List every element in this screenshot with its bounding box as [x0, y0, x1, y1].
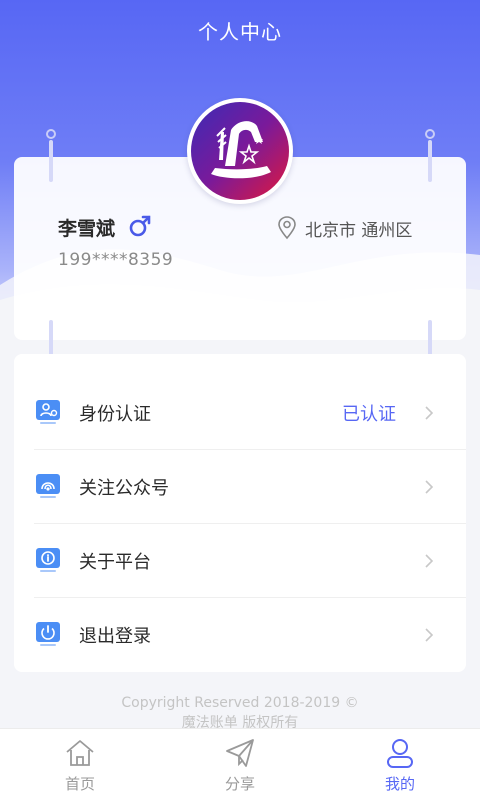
menu-item-logout[interactable]: 退出登录	[14, 598, 466, 672]
tab-label: 我的	[384, 775, 415, 793]
menu-item-label: 退出登录	[79, 626, 151, 647]
menu-item-label: 身份认证	[79, 404, 151, 425]
wechat-follow-icon	[36, 474, 60, 498]
menu-card: 身份认证 已认证 关注公众号 关于平台 退出登录	[14, 354, 466, 672]
location-text: 北京市 通州区	[305, 221, 413, 241]
phone-number: 199****8359	[58, 250, 174, 270]
tab-label: 分享	[224, 775, 255, 793]
tab-bar: 首页 分享 我的	[0, 728, 480, 801]
menu-item-identity[interactable]: 身份认证 已认证	[14, 376, 466, 450]
tab-mine[interactable]: 我的	[320, 729, 480, 801]
chevron-right-icon	[425, 406, 434, 420]
tab-home[interactable]: 首页	[0, 729, 160, 801]
avatar[interactable]	[187, 98, 293, 204]
male-icon	[129, 215, 151, 237]
user-name: 李雪斌	[58, 218, 116, 240]
menu-item-about[interactable]: 关于平台	[14, 524, 466, 598]
avatar-image	[191, 102, 289, 200]
menu-item-follow[interactable]: 关注公众号	[14, 450, 466, 524]
tab-share[interactable]: 分享	[160, 729, 320, 801]
card-hook-icon	[46, 129, 56, 182]
verified-status: 已认证	[342, 404, 396, 425]
location-pin-icon	[278, 216, 296, 240]
menu-item-label: 关注公众号	[79, 478, 169, 499]
power-icon	[36, 622, 60, 646]
card-hook-icon	[425, 129, 435, 182]
wizard-hat-icon	[211, 121, 271, 179]
user-icon	[387, 739, 413, 768]
menu-item-label: 关于平台	[79, 552, 151, 573]
chevron-right-icon	[425, 480, 434, 494]
id-verify-icon	[36, 400, 60, 424]
page-title: 个人中心	[198, 20, 282, 44]
home-icon	[66, 740, 94, 766]
chevron-right-icon	[425, 628, 434, 642]
about-icon	[36, 548, 60, 572]
copyright-line: Copyright Reserved 2018-2019 ©	[121, 695, 359, 711]
tab-label: 首页	[64, 775, 95, 793]
chevron-right-icon	[425, 554, 434, 568]
share-icon	[226, 739, 254, 767]
